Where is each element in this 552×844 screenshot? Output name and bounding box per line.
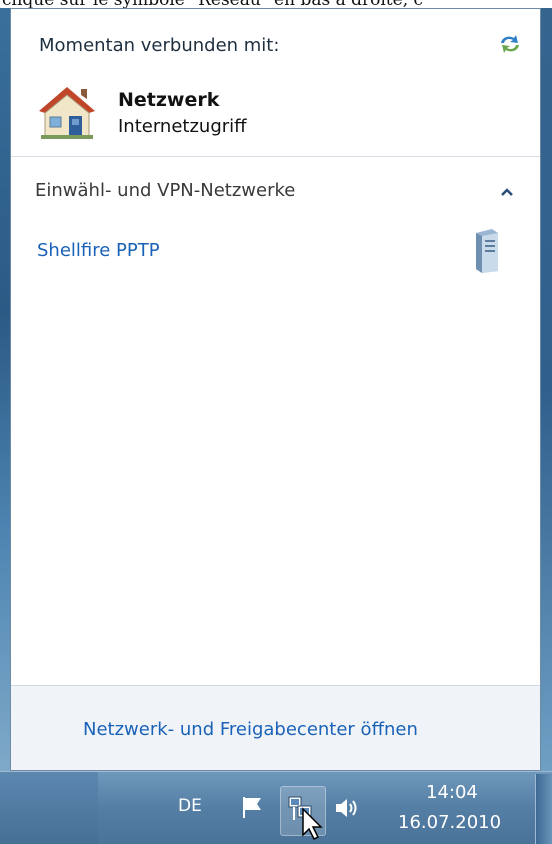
language-indicator[interactable]: DE	[178, 796, 202, 816]
section-divider	[11, 156, 540, 157]
network-name: Netzwerk	[118, 89, 220, 111]
vpn-section-title[interactable]: Einwähl- und VPN-Netzwerke	[35, 180, 295, 201]
server-icon[interactable]	[472, 227, 502, 275]
cursor-icon	[302, 807, 323, 841]
desktop-background-right	[541, 8, 552, 771]
connected-to-label: Momentan verbunden mit:	[39, 35, 280, 56]
flyout-footer: Netzwerk- und Freigabecenter öffnen	[11, 685, 540, 770]
desktop-background-left	[0, 8, 10, 771]
clock-date[interactable]: 16.07.2010	[398, 812, 501, 833]
house-icon	[39, 87, 95, 139]
vpn-connection-item[interactable]: Shellfire PPTP	[37, 240, 160, 261]
network-flyout: Momentan verbunden mit: Netzwerk Interne…	[10, 8, 541, 771]
clock-time[interactable]: 14:04	[426, 782, 478, 803]
chevron-up-icon[interactable]	[500, 187, 514, 197]
flag-icon[interactable]	[239, 794, 267, 820]
network-access-status: Internetzugriff	[118, 116, 247, 137]
network-center-link[interactable]: Netzwerk- und Freigabecenter öffnen	[83, 719, 418, 740]
show-desktop-button[interactable]	[535, 774, 552, 844]
taskbar-left-area	[0, 772, 98, 844]
taskbar: DE 14:04 16.07.2010	[0, 771, 552, 844]
refresh-icon[interactable]	[497, 31, 523, 57]
speaker-icon[interactable]	[333, 796, 361, 820]
